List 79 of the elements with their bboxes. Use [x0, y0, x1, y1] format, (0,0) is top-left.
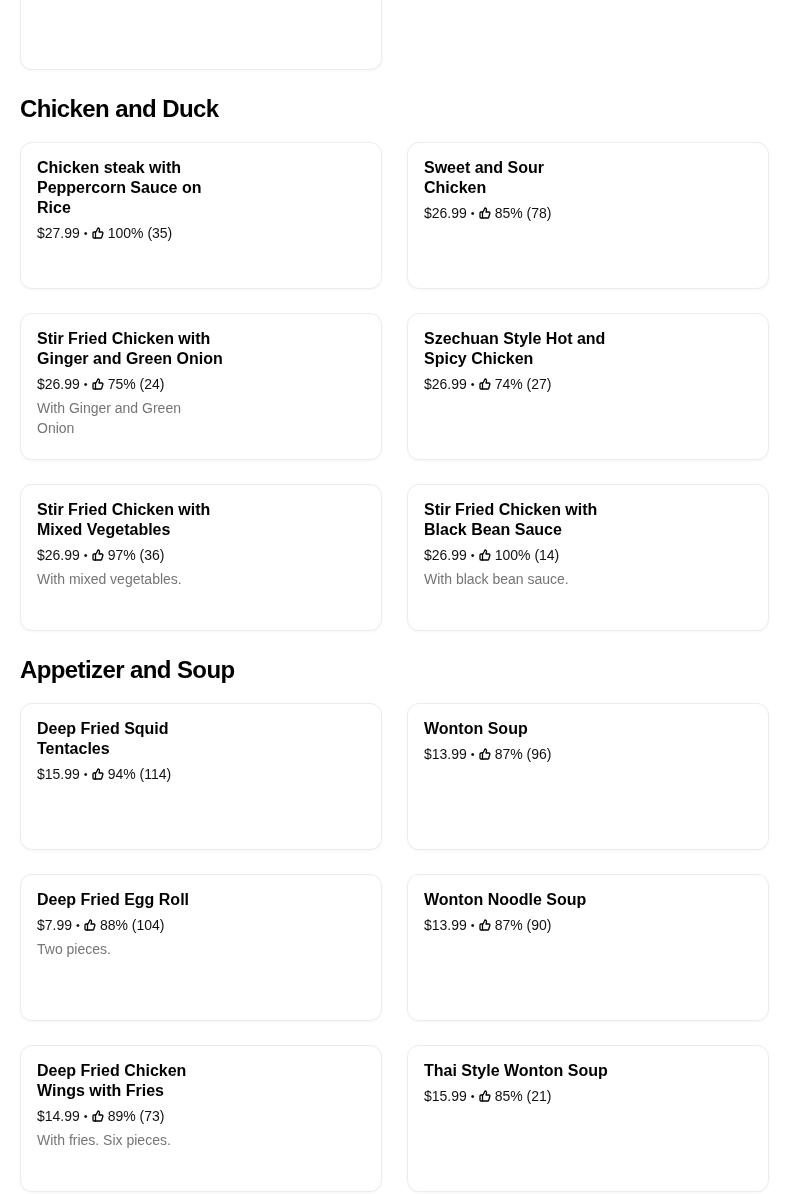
item-price: $26.99: [424, 375, 467, 394]
item-name: Wonton Noodle Soup: [424, 890, 588, 910]
item-name: Deep Fried Egg Roll: [37, 890, 190, 910]
item-description: With Ginger and Green Onion: [37, 399, 182, 438]
bullet-separator: •: [470, 206, 475, 221]
bullet-separator: •: [83, 226, 88, 241]
menu-item-card[interactable]: Deep Fried Squid Tentacles $15.99 • 94% (114): [20, 703, 382, 850]
thumbs-up-icon: [91, 768, 104, 780]
item-name: Sweet and Sour Chicken: [424, 158, 546, 198]
item-price: $26.99: [424, 546, 467, 565]
menu-item-card[interactable]: Stir Fried Chicken with Ginger and Green Onion $26.99 • 75% (24) With Ginger and Green Onion: [20, 313, 382, 460]
bullet-separator: •: [83, 767, 88, 782]
item-name: Chicken steak with Peppercorn Sauce on Rice: [37, 158, 203, 218]
item-name: Wonton Soup: [424, 719, 529, 739]
item-price: $13.99: [424, 745, 467, 764]
bullet-separator: •: [470, 747, 475, 762]
section-heading: Chicken and Duck: [20, 94, 219, 124]
menu-item-card[interactable]: Chicken steak with Peppercorn Sauce on Rice $27.99 • 100% (35): [20, 142, 382, 289]
thumbs-up-icon: [478, 919, 491, 931]
menu-item-card[interactable]: Thai Style Wonton Soup $15.99 • 85% (21): [407, 1045, 769, 1192]
rating-text: 94% (114): [107, 765, 172, 784]
rating-text: 75% (24): [107, 375, 165, 394]
item-name: Stir Fried Chicken with Ginger and Green Onion: [37, 329, 223, 369]
bullet-separator: •: [76, 918, 80, 933]
item-price: $15.99: [37, 765, 80, 784]
bullet-separator: •: [470, 918, 475, 933]
item-name: Deep Fried Squid Tentacles: [37, 719, 170, 759]
thumbs-up-icon: [478, 549, 491, 561]
section-heading: Appetizer and Soup: [20, 655, 235, 685]
rating-text: 87% (96): [494, 745, 552, 764]
item-description: With fries. Six pieces.: [37, 1131, 172, 1150]
thumbs-up-icon: [83, 919, 96, 931]
menu-item-card[interactable]: Deep Fried Egg Roll $7.99 • 88% (104) Two pieces.: [20, 874, 382, 1021]
menu-item-card[interactable]: Sweet and Sour Chicken $26.99 • 85% (78): [407, 142, 769, 289]
item-name: Stir Fried Chicken with Mixed Vegetables: [37, 500, 212, 540]
menu-item-card[interactable]: Stir Fried Chicken with Black Bean Sauce $26.99 • 100% (14) With black bean sauce.: [407, 484, 769, 631]
rating-text: 100% (35): [107, 224, 173, 243]
bullet-separator: •: [83, 548, 88, 563]
rating-text: 97% (36): [107, 546, 165, 565]
bullet-separator: •: [470, 548, 475, 563]
bullet-separator: •: [470, 1089, 475, 1104]
rating-text: 85% (21): [494, 1087, 552, 1106]
item-price: $14.99: [37, 1107, 80, 1126]
bullet-separator: •: [470, 377, 475, 392]
bullet-separator: •: [83, 1109, 88, 1124]
menu-item-card[interactable]: Stir Fried Chicken with Mixed Vegetables $26.99 • 97% (36) With mixed vegetables.: [20, 484, 382, 631]
item-price: $15.99: [424, 1087, 467, 1106]
item-name: Stir Fried Chicken with Black Bean Sauce: [424, 500, 599, 540]
item-description: Two pieces.: [37, 940, 112, 959]
item-price: $13.99: [424, 916, 467, 935]
menu-item-card[interactable]: Wonton Noodle Soup $13.99 • 87% (90): [407, 874, 769, 1021]
item-name: Thai Style Wonton Soup: [424, 1061, 609, 1081]
thumbs-up-icon: [91, 378, 104, 390]
item-price: $27.99: [37, 224, 80, 243]
thumbs-up-icon: [478, 1090, 491, 1102]
rating-text: 89% (73): [107, 1107, 165, 1126]
item-price: $7.99: [37, 916, 73, 935]
item-description: With mixed vegetables.: [37, 570, 183, 589]
thumbs-up-icon: [478, 378, 491, 390]
thumbs-up-icon: [91, 227, 104, 239]
thumbs-up-icon: [478, 207, 491, 219]
rating-text: 100% (14): [494, 546, 560, 565]
menu-item-card[interactable]: Deep Fried Chicken Wings with Fries $14.99 • 89% (73) With fries. Six pieces.: [20, 1045, 382, 1192]
item-price: $26.99: [37, 375, 80, 394]
item-price: $26.99: [424, 204, 467, 223]
menu-item-card[interactable]: Szechuan Style Hot and Spicy Chicken $26.99 • 74% (27): [407, 313, 769, 460]
rating-text: 85% (78): [494, 204, 552, 223]
item-name: Szechuan Style Hot and Spicy Chicken: [424, 329, 607, 369]
rating-text: 74% (27): [494, 375, 552, 394]
item-description: With black bean sauce.: [424, 570, 570, 589]
rating-text: 88% (104): [99, 916, 165, 935]
rating-text: 87% (90): [494, 916, 552, 935]
item-price: $26.99: [37, 546, 80, 565]
bullet-separator: •: [83, 377, 88, 392]
thumbs-up-icon: [478, 748, 491, 760]
item-name: Deep Fried Chicken Wings with Fries: [37, 1061, 188, 1101]
thumbs-up-icon: [91, 549, 104, 561]
menu-item-card[interactable]: Wonton Soup $13.99 • 87% (96): [407, 703, 769, 850]
thumbs-up-icon: [91, 1110, 104, 1122]
